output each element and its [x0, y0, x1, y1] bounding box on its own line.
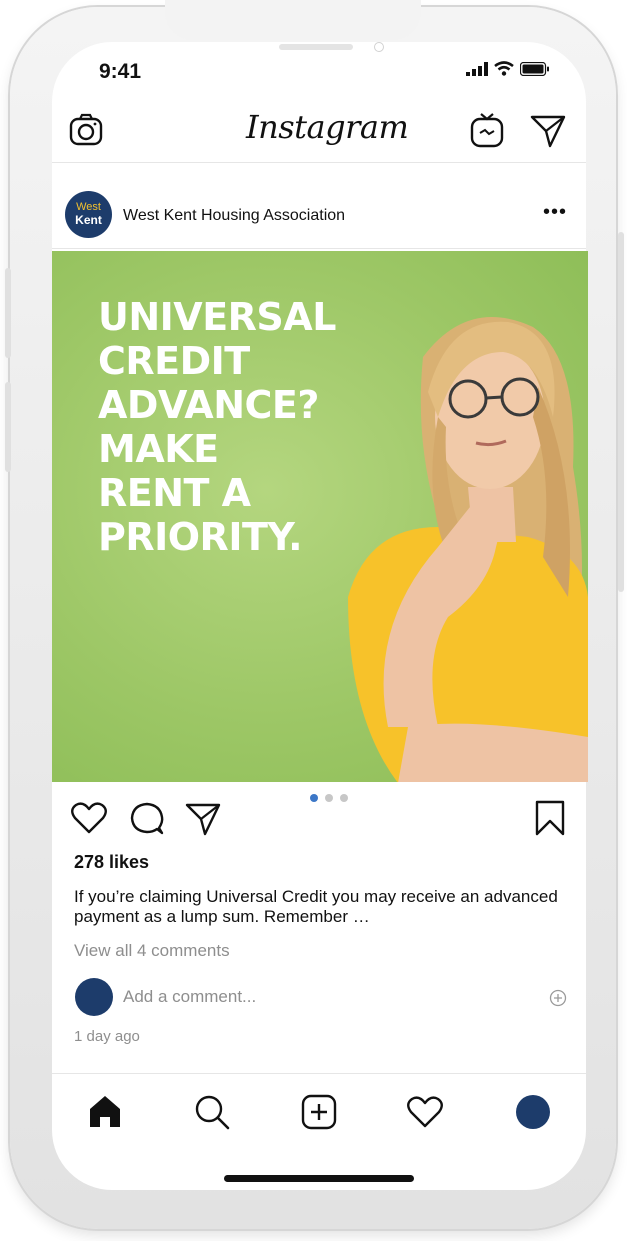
wifi-icon: [494, 61, 514, 76]
account-name[interactable]: West Kent Housing Association: [123, 207, 345, 225]
side-button: [5, 382, 11, 472]
headline-line: RENT A: [98, 471, 251, 515]
carousel-dot: [325, 794, 333, 802]
igtv-icon[interactable]: [470, 112, 504, 148]
carousel-dot: [310, 794, 318, 802]
headline-line: PRIORITY.: [98, 515, 303, 559]
post-image-headline: UNIVERSAL CREDIT ADVANCE? MAKE RENT A PR…: [98, 295, 358, 559]
side-button: [618, 232, 624, 592]
notch: [165, 0, 421, 40]
profile-avatar[interactable]: [516, 1095, 550, 1129]
home-icon[interactable]: [88, 1094, 122, 1128]
user-avatar: [75, 978, 113, 1016]
new-post-icon[interactable]: [301, 1094, 337, 1130]
heart-icon[interactable]: [71, 802, 107, 834]
more-options-icon[interactable]: •••: [543, 201, 567, 224]
side-button: [5, 268, 11, 358]
post-caption: If you’re claiming Universal Credit you …: [74, 887, 558, 926]
headline-line: ADVANCE?: [98, 383, 319, 427]
status-time: 9:41: [99, 60, 142, 83]
add-comment-input[interactable]: Add a comment...: [123, 987, 256, 1007]
activity-icon[interactable]: [407, 1096, 443, 1128]
avatar-text-west: West: [76, 201, 101, 213]
status-icons: [466, 61, 550, 76]
woman-photo: [348, 317, 588, 782]
comment-icon[interactable]: [129, 802, 165, 836]
headline-line: CREDIT: [98, 339, 250, 383]
carousel-indicator: [310, 794, 348, 802]
home-indicator[interactable]: [224, 1175, 414, 1182]
carousel-dot: [340, 794, 348, 802]
speaker: [279, 44, 353, 50]
instagram-logo: Instagram: [246, 108, 409, 146]
post-timestamp: 1 day ago: [74, 1028, 140, 1045]
tab-bar-divider: [52, 1073, 586, 1074]
signal-icon: [466, 61, 488, 76]
add-emoji-icon[interactable]: [549, 989, 567, 1007]
avatar-text-kent: Kent: [75, 213, 102, 227]
direct-message-icon[interactable]: [530, 114, 566, 148]
account-avatar[interactable]: West Kent: [65, 191, 112, 238]
headline-line: UNIVERSAL: [98, 295, 336, 339]
likes-count[interactable]: 278 likes: [74, 852, 149, 873]
battery-icon: [520, 61, 549, 76]
view-comments-link[interactable]: View all 4 comments: [74, 941, 230, 961]
share-icon[interactable]: [185, 802, 221, 836]
headline-line: MAKE: [98, 427, 219, 471]
bookmark-icon[interactable]: [535, 800, 565, 836]
post-image[interactable]: UNIVERSAL CREDIT ADVANCE? MAKE RENT A PR…: [52, 251, 588, 782]
front-camera: [374, 42, 384, 52]
camera-icon[interactable]: [69, 113, 103, 147]
search-icon[interactable]: [194, 1094, 230, 1130]
